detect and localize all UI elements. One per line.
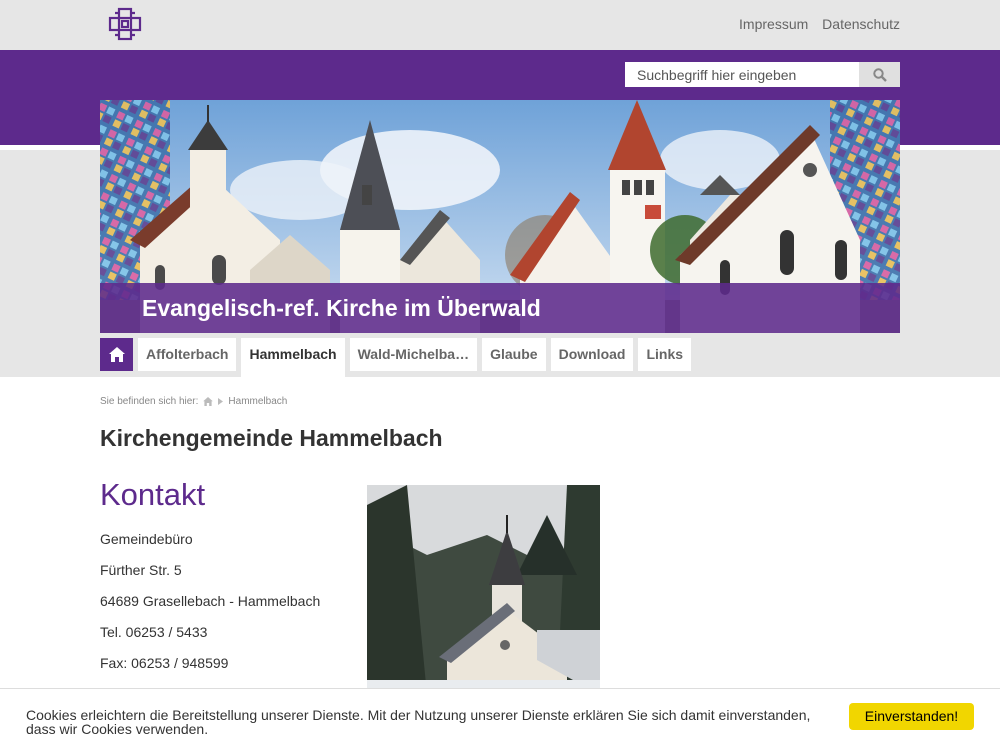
tab-download[interactable]: Download (550, 338, 634, 371)
home-icon[interactable] (203, 397, 214, 406)
search-button[interactable] (859, 62, 900, 87)
impressum-link[interactable]: Impressum (739, 16, 808, 32)
search-form (625, 62, 900, 87)
church-photo-image (367, 485, 600, 695)
chevron-right-icon (218, 398, 224, 405)
contact-line: Fürther Str. 5 (100, 562, 182, 578)
home-icon (108, 347, 125, 362)
header-banner: Evangelisch-ref. Kirche im Überwald (100, 100, 900, 333)
contact-line: Tel. 06253 / 5433 (100, 624, 208, 640)
kontakt-heading: Kontakt (100, 477, 206, 512)
contact-line: 64689 Grasellebach - Hammelbach (100, 593, 321, 609)
main-nav: Affolterbach Hammelbach Wald-Michelba… G… (100, 338, 696, 377)
top-bar: Impressum Datenschutz (0, 0, 1000, 50)
church-photo (367, 485, 600, 695)
home-button[interactable] (100, 338, 133, 371)
contact-line: Fax: 06253 / 948599 (100, 655, 229, 671)
page-title: Kirchengemeinde Hammelbach (100, 425, 443, 451)
cookie-accept-button[interactable]: Einverstanden! (849, 703, 974, 730)
search-icon (872, 67, 887, 82)
cross-logo-icon[interactable] (107, 7, 143, 41)
tab-glaube[interactable]: Glaube (482, 338, 546, 371)
cookie-text: Cookies erleichtern die Bereitstellung u… (26, 707, 811, 737)
breadcrumb-current: Hammelbach (228, 396, 288, 407)
tab-affolterbach[interactable]: Affolterbach (138, 338, 237, 371)
datenschutz-link[interactable]: Datenschutz (822, 16, 900, 32)
search-input[interactable] (625, 62, 859, 87)
tab-hammelbach[interactable]: Hammelbach (241, 338, 345, 377)
tab-links[interactable]: Links (638, 338, 692, 371)
breadcrumb-prefix: Sie befinden sich hier: (100, 396, 199, 407)
tab-wald-michelbach[interactable]: Wald-Michelba… (349, 338, 478, 371)
top-links: Impressum Datenschutz (729, 16, 900, 32)
breadcrumb: Sie befinden sich hier: Hammelbach (100, 396, 292, 407)
contact-line: Gemeindebüro (100, 531, 193, 547)
banner-title: Evangelisch-ref. Kirche im Überwald (100, 283, 900, 333)
cookie-banner: Cookies erleichtern die Bereitstellung u… (0, 688, 1000, 750)
contact-details: Gemeindebüro Fürther Str. 5 64689 Grasel… (100, 531, 320, 686)
